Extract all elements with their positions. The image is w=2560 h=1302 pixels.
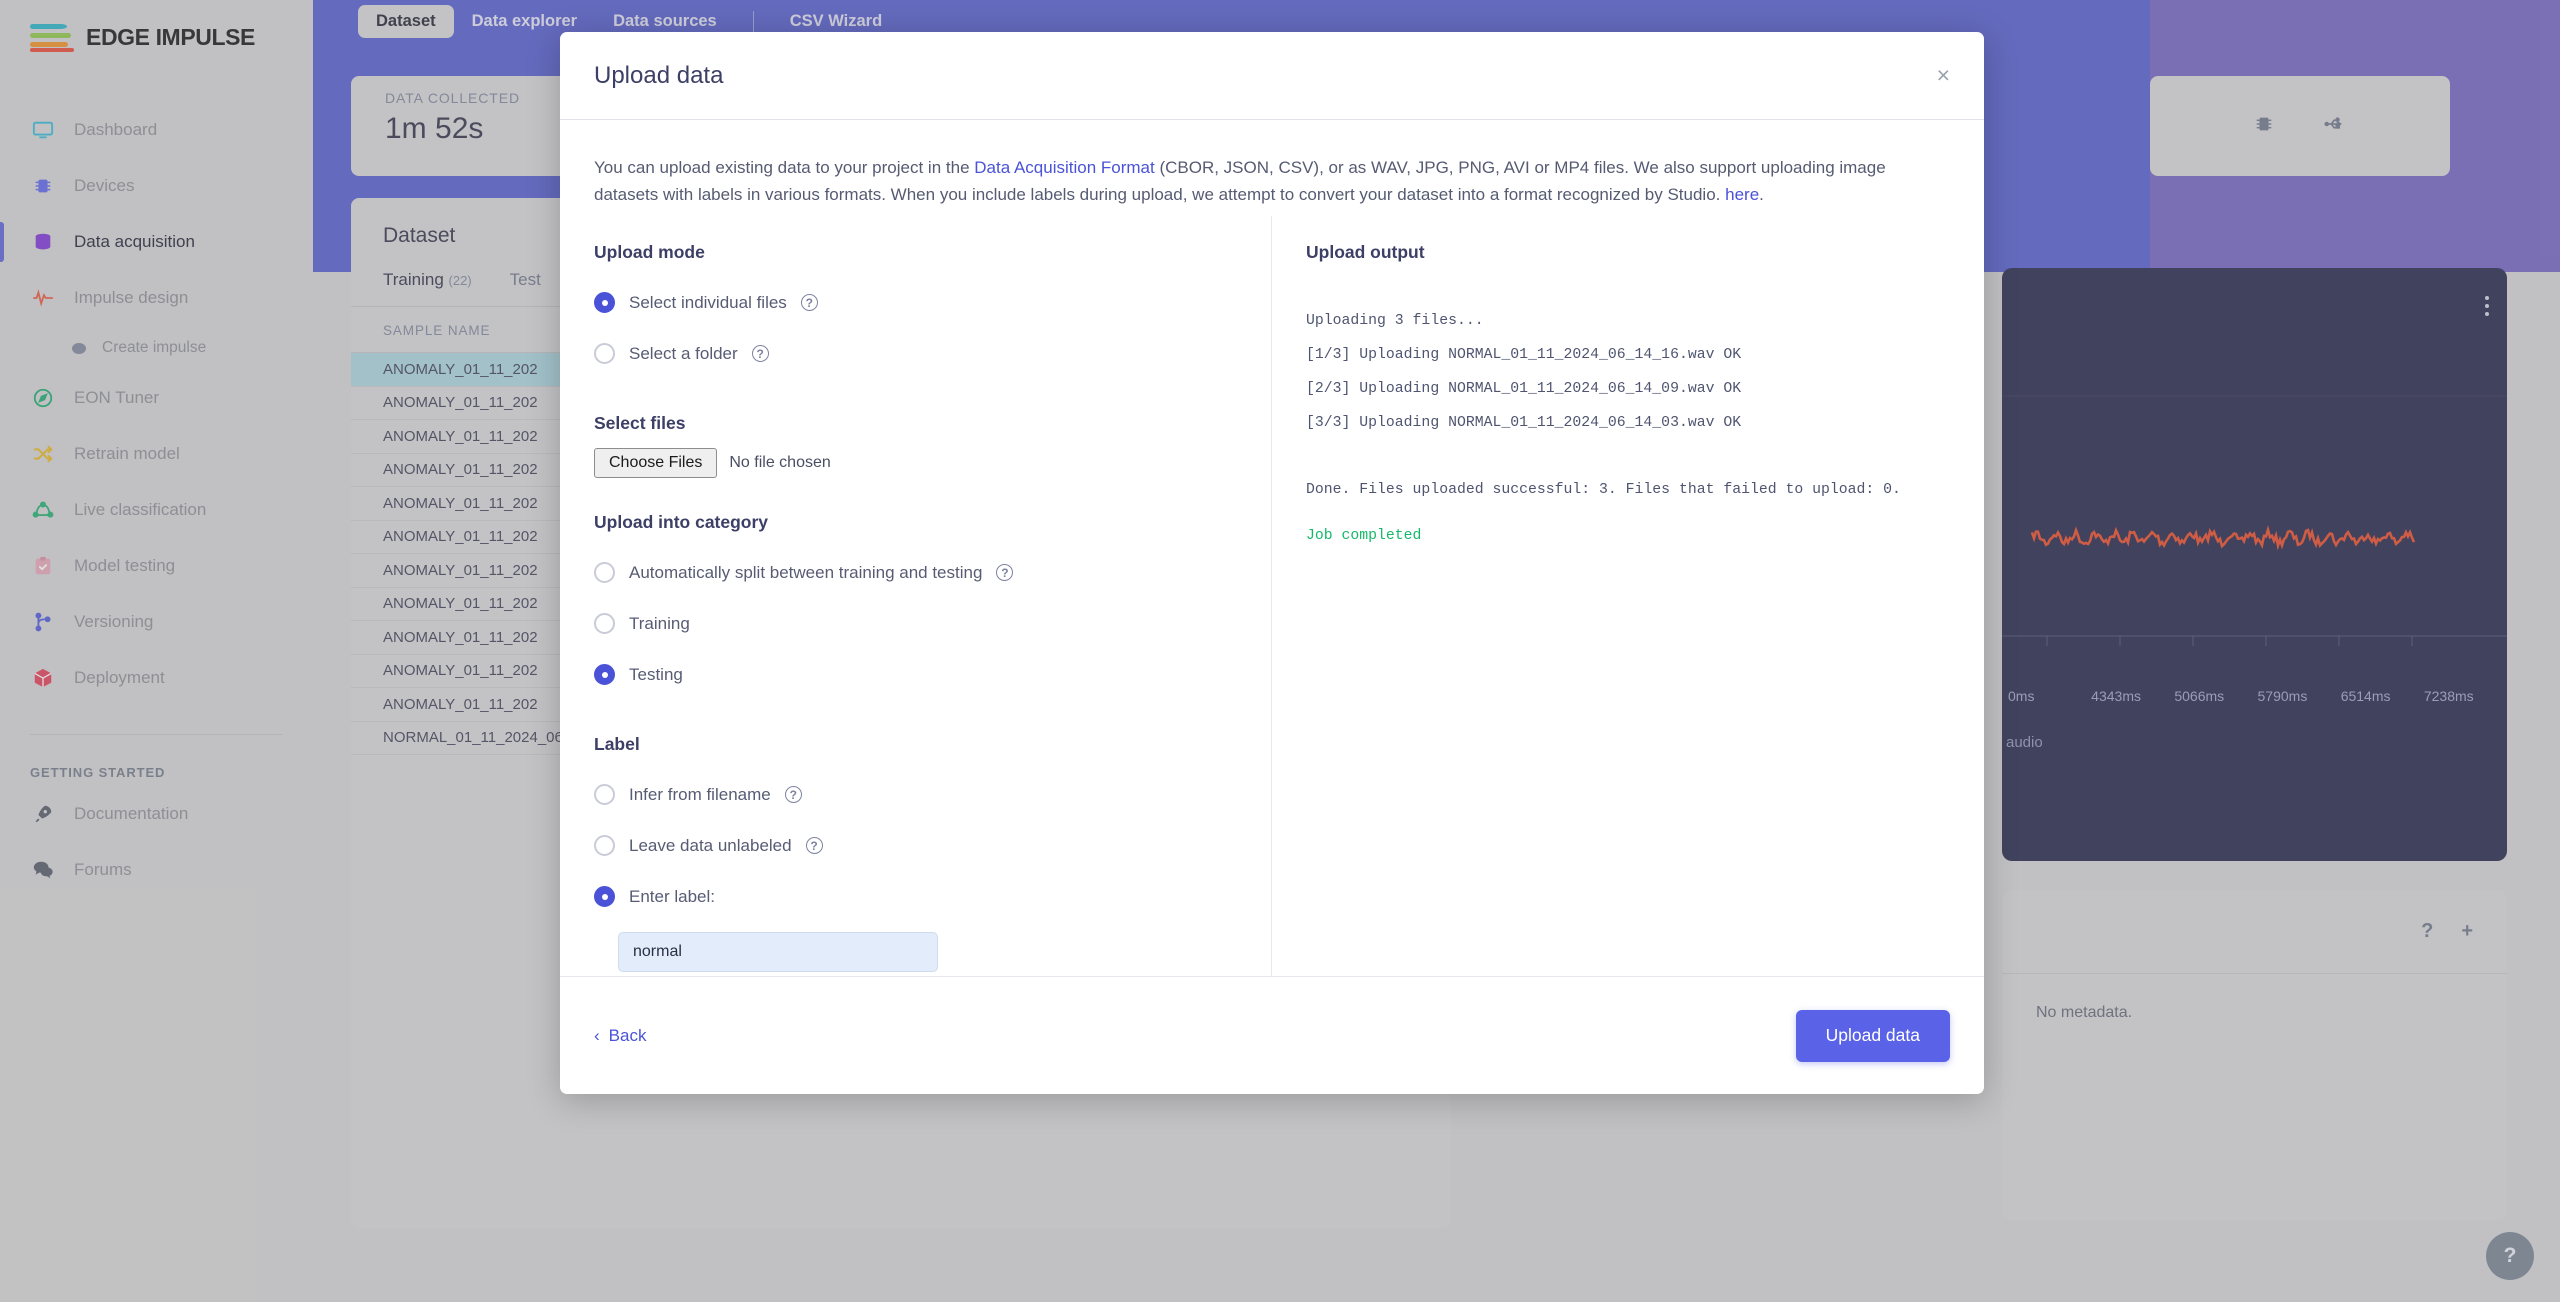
radio-indicator[interactable] (594, 343, 615, 365)
radio-indicator[interactable] (594, 784, 615, 806)
desc-part-1: You can upload existing data to your pro… (594, 158, 975, 177)
radio-leave-unlabeled[interactable]: Leave data unlabeled ? (594, 820, 1237, 871)
radio-infer-from-filename[interactable]: Infer from filename ? (594, 769, 1237, 820)
radio-label: Enter label: (629, 886, 715, 906)
close-icon[interactable]: × (1937, 64, 1950, 87)
radio-indicator[interactable] (594, 886, 615, 908)
here-link[interactable]: here (1725, 185, 1759, 204)
select-files-title: Select files (594, 413, 686, 434)
file-picker[interactable]: Choose Files No file chosen (594, 448, 1237, 479)
modal-right-column: Upload output Uploading 3 files... [1/3]… (1272, 216, 1984, 976)
radio-indicator[interactable] (594, 613, 615, 635)
radio-indicator[interactable] (594, 562, 615, 584)
desc-part-3: . (1759, 185, 1764, 205)
label-section-title: Label (594, 734, 640, 755)
choose-files-button[interactable]: Choose Files (594, 448, 718, 479)
back-button[interactable]: ‹ Back (594, 1026, 646, 1046)
help-icon[interactable]: ? (751, 345, 769, 363)
upload-output-title: Upload output (1306, 242, 1425, 263)
help-icon[interactable]: ? (784, 786, 802, 804)
radio-label: Testing (629, 664, 683, 684)
radio-label: Select individual files (629, 292, 787, 312)
radio-enter-label[interactable]: Enter label: (594, 871, 1237, 922)
radio-label: Automatically split between training and… (629, 562, 983, 582)
back-label: Back (608, 1025, 647, 1045)
job-status: Job completed (1306, 527, 1422, 544)
modal-header: Upload data × (560, 32, 1984, 120)
label-input[interactable]: normal (618, 932, 938, 973)
chevron-left-icon: ‹ (594, 1025, 600, 1045)
modal-title: Upload data (594, 61, 724, 89)
modal-footer: ‹ Back Upload data (560, 976, 1984, 1094)
file-chosen-status: No file chosen (729, 454, 831, 472)
radio-indicator[interactable] (594, 292, 615, 314)
radio-indicator[interactable] (594, 664, 615, 686)
modal-description: You can upload existing data to your pro… (560, 120, 1984, 216)
radio-auto-split[interactable]: Automatically split between training and… (594, 547, 1237, 598)
radio-indicator[interactable] (594, 835, 615, 857)
radio-label: Select a folder (629, 343, 738, 363)
radio-label: Infer from filename (629, 784, 771, 804)
help-icon[interactable]: ? (800, 294, 818, 312)
upload-output-log: Uploading 3 files... [1/3] Uploading NOR… (1306, 313, 1901, 499)
radio-label: Training (629, 613, 690, 633)
upload-data-button[interactable]: Upload data (1795, 1009, 1950, 1062)
radio-select-a-folder[interactable]: Select a folder ? (594, 328, 1237, 379)
upload-category-title: Upload into category (594, 512, 769, 533)
radio-testing[interactable]: Testing (594, 649, 1237, 700)
upload-mode-title: Upload mode (594, 242, 705, 263)
radio-training[interactable]: Training (594, 598, 1237, 649)
help-icon[interactable]: ? (805, 837, 823, 855)
help-icon[interactable]: ? (996, 564, 1014, 582)
data-acquisition-format-link[interactable]: Data Acquisition Format (974, 158, 1154, 177)
modal-columns: Upload mode Select individual files ? Se… (560, 216, 1984, 976)
modal-left-column: Upload mode Select individual files ? Se… (560, 216, 1272, 976)
radio-label: Leave data unlabeled (629, 835, 792, 855)
upload-data-modal: Upload data × You can upload existing da… (560, 32, 1984, 1094)
radio-select-individual-files[interactable]: Select individual files ? (594, 277, 1237, 328)
